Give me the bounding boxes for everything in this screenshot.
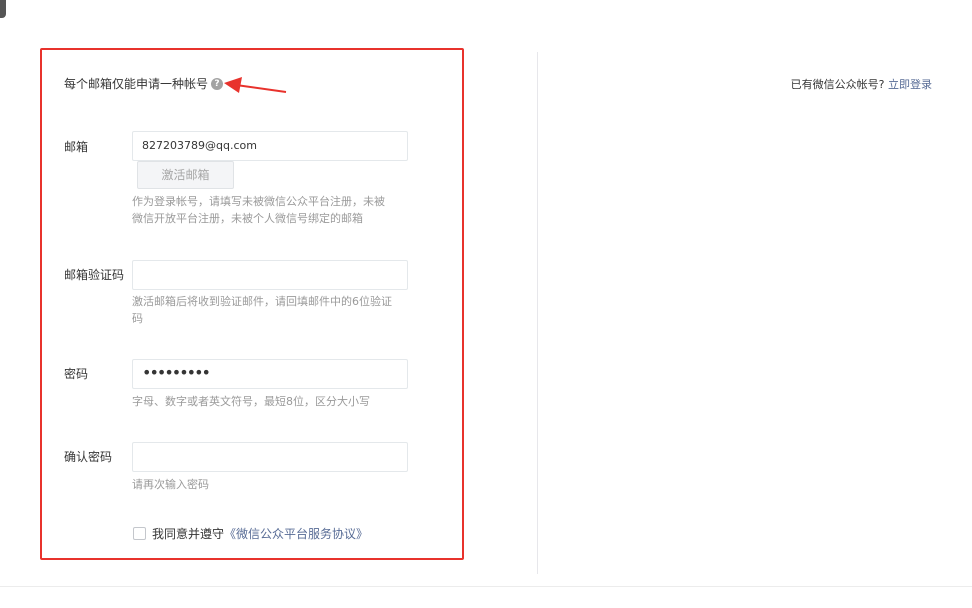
form-title-text: 每个邮箱仅能申请一种帐号	[64, 77, 209, 91]
agreement-link[interactable]: 《微信公众平台服务协议》	[224, 525, 368, 542]
window-corner	[0, 0, 6, 18]
code-label: 邮箱验证码	[64, 268, 125, 282]
code-hint: 激活邮箱后将收到验证邮件，请回填邮件中的6位验证码	[132, 295, 392, 325]
password-label: 密码	[64, 367, 89, 381]
confirm-password-input[interactable]	[132, 442, 408, 472]
vertical-divider	[537, 52, 538, 574]
login-link[interactable]: 立即登录	[888, 78, 932, 91]
form-title: 每个邮箱仅能申请一种帐号 ?	[64, 75, 224, 92]
agreement-checkbox[interactable]	[133, 527, 146, 540]
confirm-password-label: 确认密码	[64, 450, 113, 464]
agreement-row: 我同意并遵守 《微信公众平台服务协议》	[133, 525, 368, 542]
email-input[interactable]: 827203789@qq.com	[132, 131, 408, 161]
email-label: 邮箱	[64, 140, 89, 154]
has-account-text: 已有微信公众帐号?	[790, 78, 885, 91]
activate-email-button[interactable]: 激活邮箱	[137, 161, 234, 189]
confirm-password-hint: 请再次输入密码	[132, 478, 209, 491]
arrow-annotation-icon	[224, 77, 287, 93]
login-hint: 已有微信公众帐号? 立即登录	[791, 76, 932, 92]
password-hint: 字母、数字或者英文符号，最短8位，区分大小写	[132, 395, 370, 408]
email-hint: 作为登录帐号，请填写未被微信公众平台注册，未被微信开放平台注册，未被个人微信号绑…	[132, 195, 385, 225]
email-code-input[interactable]	[132, 260, 408, 290]
password-input[interactable]: •••••••••	[132, 359, 408, 389]
register-page: 每个邮箱仅能申请一种帐号 ? 邮箱 827203789@qq.com 激活邮箱 …	[0, 0, 972, 608]
agreement-text: 我同意并遵守	[152, 527, 225, 541]
bottom-divider	[0, 586, 972, 587]
